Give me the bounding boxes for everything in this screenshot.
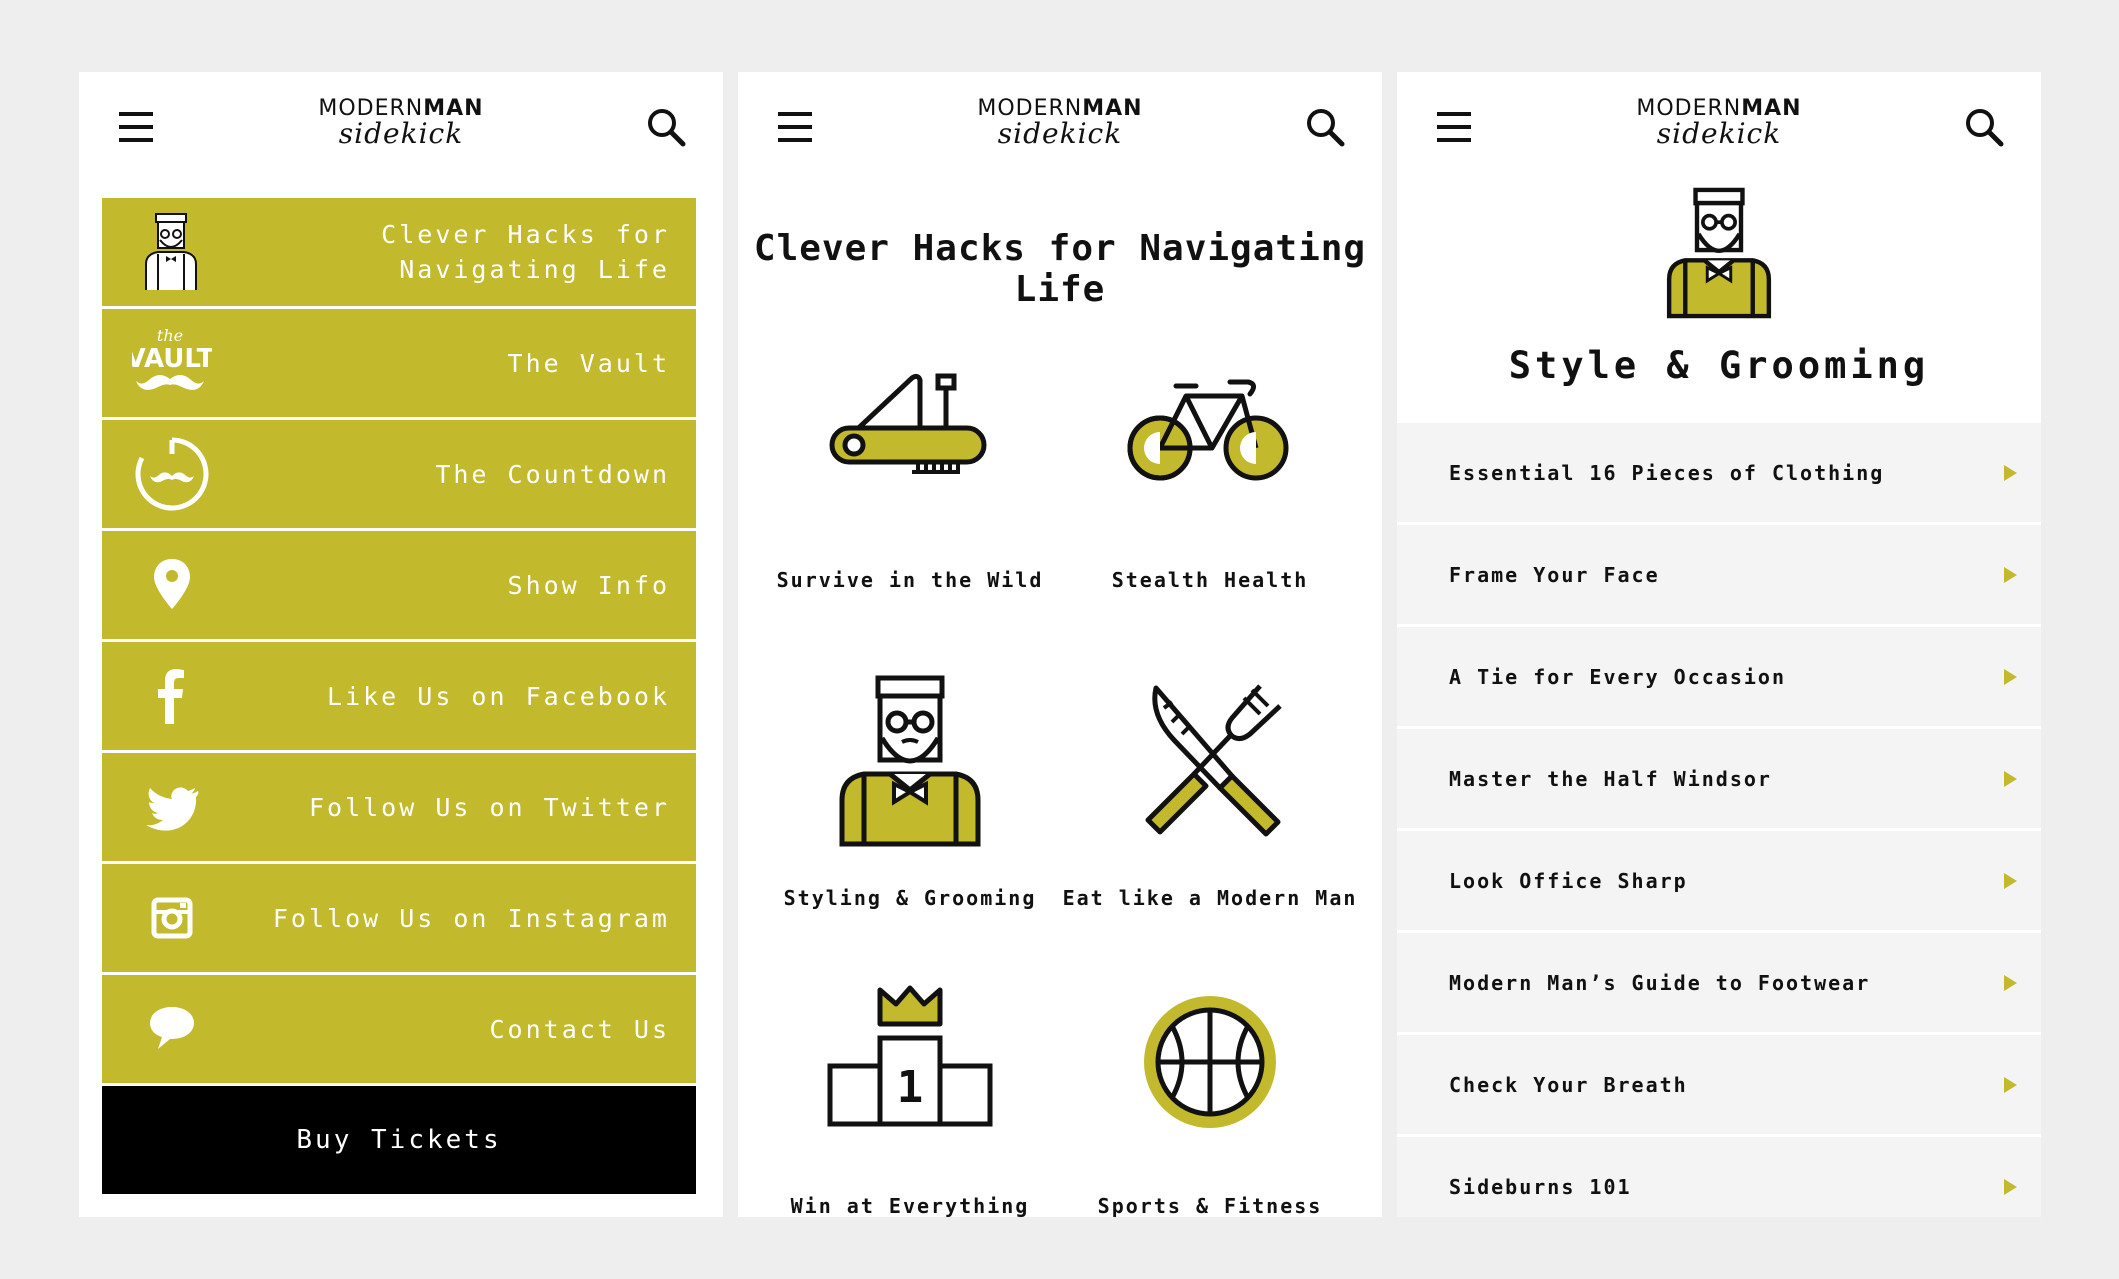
- facebook-icon: [158, 669, 184, 724]
- logo[interactable]: MODERNMAN sidekick: [79, 96, 723, 150]
- menu-item-label: Follow Us on Instagram: [272, 903, 670, 933]
- main-menu: Clever Hacks for Navigating Life the VAU…: [102, 198, 696, 1194]
- svg-text:VAULT: VAULT: [132, 344, 212, 374]
- list-item-label: Check Your Breath: [1449, 1072, 1688, 1097]
- tile-stealth-health[interactable]: Stealth Health: [1060, 356, 1360, 616]
- arrow-right-icon: [2004, 1077, 2017, 1093]
- podium-crown-icon: 1: [827, 985, 993, 1127]
- list-item[interactable]: Master the Half Windsor: [1397, 729, 2041, 831]
- search-icon[interactable]: [645, 106, 687, 148]
- list-item-label: Look Office Sharp: [1449, 868, 1688, 893]
- location-pin-icon: [154, 559, 190, 609]
- list-item[interactable]: Essential 16 Pieces of Clothing: [1397, 423, 2041, 525]
- header: MODERNMAN sidekick: [79, 72, 723, 192]
- search-icon[interactable]: [1963, 106, 2005, 148]
- list-item[interactable]: Frame Your Face: [1397, 525, 2041, 627]
- header: MODERNMAN sidekick: [1397, 72, 2041, 192]
- list-item[interactable]: Sideburns 101: [1397, 1137, 2041, 1217]
- menu-item-show-info[interactable]: Show Info: [102, 531, 696, 642]
- search-icon[interactable]: [1304, 106, 1346, 148]
- list-item[interactable]: Look Office Sharp: [1397, 831, 2041, 933]
- instagram-icon: [151, 897, 193, 939]
- article-list: Essential 16 Pieces of Clothing Frame Yo…: [1397, 423, 2041, 1217]
- menu-item-label: Contact Us: [489, 1014, 670, 1044]
- list-item-label: Master the Half Windsor: [1449, 766, 1772, 791]
- arrow-right-icon: [2004, 669, 2017, 685]
- arrow-right-icon: [2004, 771, 2017, 787]
- tile-label: Survive in the Wild: [776, 568, 1044, 592]
- menu-item-the-vault[interactable]: the VAULT The Vault: [102, 309, 696, 420]
- menu-item-label: Follow Us on Twitter: [308, 792, 670, 822]
- page-title: Clever Hacks for Navigating Life: [753, 228, 1367, 310]
- tile-sports-fitness[interactable]: Sports & Fitness: [1060, 982, 1360, 1217]
- tile-styling-grooming[interactable]: Styling & Grooming: [760, 674, 1060, 934]
- twitter-icon: [146, 787, 199, 831]
- tile-label: Styling & Grooming: [783, 886, 1037, 910]
- chat-bubble-icon: [150, 1007, 194, 1049]
- vault-mustache-logo-icon: the VAULT: [132, 326, 212, 390]
- list-item[interactable]: Modern Man’s Guide to Footwear: [1397, 933, 2041, 1035]
- menu-item-label: Clever Hacks for Navigating Life: [381, 220, 670, 284]
- pocket-knife-icon: [829, 373, 987, 474]
- tile-label: Stealth Health: [1111, 568, 1309, 592]
- arrow-right-icon: [2004, 465, 2017, 481]
- hipster-man-icon: [839, 675, 981, 847]
- hacks-panel: MODERNMAN sidekick Clever Hacks for Navi…: [738, 72, 1382, 1217]
- menu-panel: MODERNMAN sidekick Clever Hacks for Navi…: [79, 72, 723, 1217]
- menu-item-label: Like Us on Facebook: [327, 681, 670, 711]
- header: MODERNMAN sidekick: [738, 72, 1382, 192]
- buy-tickets-button[interactable]: Buy Tickets: [102, 1086, 696, 1194]
- tile-survive-in-the-wild[interactable]: Survive in the Wild: [760, 356, 1060, 616]
- style-grooming-panel: MODERNMAN sidekick Style & Grooming Esse…: [1397, 72, 2041, 1217]
- tile-eat-like-a-modern-man[interactable]: Eat like a Modern Man: [1060, 674, 1360, 934]
- menu-item-clever-hacks[interactable]: Clever Hacks for Navigating Life: [102, 198, 696, 309]
- arrow-right-icon: [2004, 1179, 2017, 1195]
- svg-text:the: the: [157, 326, 183, 345]
- tile-win-at-everything[interactable]: 1 Win at Everything: [760, 982, 1060, 1217]
- knife-fork-icon: [1145, 684, 1282, 837]
- basketball-icon: [1144, 996, 1276, 1128]
- svg-text:1: 1: [897, 1062, 924, 1113]
- hipster-man-icon: [145, 213, 197, 290]
- list-item-label: A Tie for Every Occasion: [1449, 664, 1786, 689]
- list-item-label: Sideburns 101: [1449, 1174, 1632, 1199]
- list-item-label: Modern Man’s Guide to Footwear: [1449, 970, 1871, 995]
- menu-item-instagram[interactable]: Follow Us on Instagram: [102, 864, 696, 975]
- list-item[interactable]: Check Your Breath: [1397, 1035, 2041, 1137]
- hipster-man-icon: [1666, 187, 1772, 319]
- list-item-label: Essential 16 Pieces of Clothing: [1449, 460, 1885, 485]
- tile-label: Sports & Fitness: [1097, 1194, 1323, 1217]
- list-item-label: Frame Your Face: [1449, 562, 1660, 587]
- arrow-right-icon: [2004, 873, 2017, 889]
- menu-item-the-countdown[interactable]: The Countdown: [102, 420, 696, 531]
- bicycle-icon: [1127, 379, 1289, 481]
- menu-item-contact-us[interactable]: Contact Us: [102, 975, 696, 1086]
- page-title: Style & Grooming: [1508, 344, 1930, 387]
- menu-item-facebook[interactable]: Like Us on Facebook: [102, 642, 696, 753]
- logo[interactable]: MODERNMAN sidekick: [1397, 96, 2041, 150]
- menu-item-label: Show Info: [507, 570, 670, 600]
- arrow-right-icon: [2004, 567, 2017, 583]
- menu-item-label: The Vault: [507, 348, 670, 378]
- menu-item-label: The Countdown: [435, 459, 670, 489]
- list-item[interactable]: A Tie for Every Occasion: [1397, 627, 2041, 729]
- arrow-right-icon: [2004, 975, 2017, 991]
- tile-label: Win at Everything: [790, 1194, 1030, 1217]
- menu-item-twitter[interactable]: Follow Us on Twitter: [102, 753, 696, 864]
- countdown-mustache-icon: [135, 437, 209, 511]
- logo[interactable]: MODERNMAN sidekick: [738, 96, 1382, 150]
- tile-label: Eat like a Modern Man: [1062, 886, 1358, 910]
